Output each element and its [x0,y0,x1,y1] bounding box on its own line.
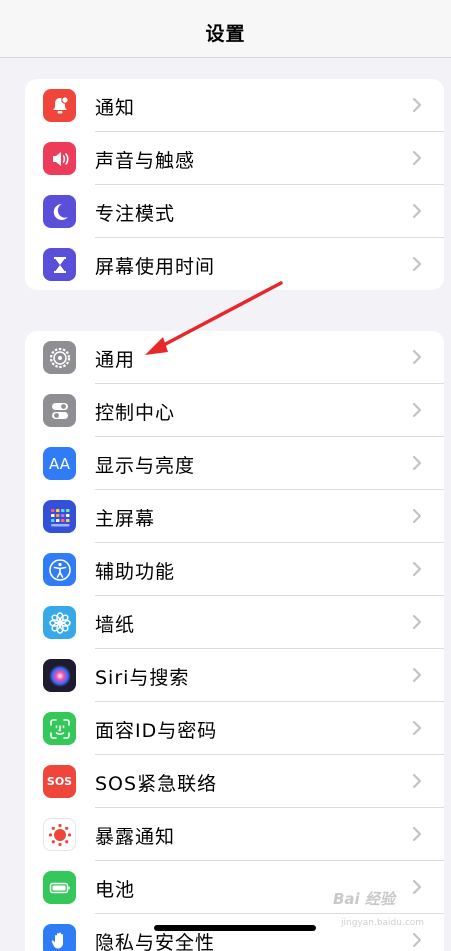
settings-group-1: 通知 声音与触感 专注模式 屏幕使用时间 [25,79,444,290]
hourglass-icon [43,248,76,281]
watermark-text: Bai 经验 [333,890,395,908]
siri-icon [43,659,76,692]
settings-row-label: 辅助功能 [95,561,176,583]
sos-icon-text: SOS [46,775,73,788]
settings-row-siri[interactable]: Siri与搜索 [25,649,444,702]
chevron-right-icon [412,455,422,471]
page-title: 设置 [205,23,246,45]
chevron-right-icon [412,826,422,842]
settings-row-display[interactable]: AA 显示与亮度 [25,437,444,490]
settings-row-exposure[interactable]: 暴露通知 [25,808,444,861]
chevron-right-icon [412,203,422,219]
notification-bell-icon [43,89,76,122]
settings-row-general[interactable]: 通用 [25,331,444,384]
gear-icon [43,341,76,374]
settings-row-notifications[interactable]: 通知 [25,79,444,132]
chevron-right-icon [412,150,422,166]
settings-row-label: 面容ID与密码 [95,720,218,742]
settings-row-label: 暴露通知 [95,826,176,848]
chevron-right-icon [412,508,422,524]
chevron-right-icon [412,667,422,683]
chevron-right-icon [412,402,422,418]
chevron-right-icon [412,97,422,113]
chevron-right-icon [412,561,422,577]
navigation-bar: 设置 [0,0,451,58]
speaker-icon [43,142,76,175]
settings-row-label: 控制中心 [95,402,176,424]
settings-row-label: 电池 [95,879,136,901]
watermark: Bai 经验 jingyan.baidu.com [333,888,443,932]
accessibility-icon [43,553,76,586]
chevron-right-icon [412,773,422,789]
aa-icon-text: AA [49,454,70,473]
exposure-icon [43,818,76,851]
settings-row-emergency-sos[interactable]: SOS SOS紧急联络 [25,755,444,808]
chevron-right-icon [412,932,422,948]
settings-row-focus[interactable]: 专注模式 [25,185,444,238]
settings-row-home-screen[interactable]: 主屏幕 [25,490,444,543]
sos-icon: SOS [43,765,76,798]
settings-row-label: 显示与亮度 [95,455,196,477]
settings-row-wallpaper[interactable]: 墙纸 [25,596,444,649]
settings-row-label: 通用 [95,349,136,371]
settings-row-sounds[interactable]: 声音与触感 [25,132,444,185]
settings-row-face-id[interactable]: 面容ID与密码 [25,702,444,755]
settings-row-screen-time[interactable]: 屏幕使用时间 [25,238,444,290]
settings-row-label: Siri与搜索 [95,667,190,689]
chevron-right-icon [412,720,422,736]
toggles-icon [43,394,76,427]
face-id-icon [43,712,76,745]
settings-row-label: 墙纸 [95,614,136,636]
home-indicator[interactable] [154,925,316,931]
chevron-right-icon [412,256,422,272]
settings-row-label: SOS紧急联络 [95,773,218,795]
chevron-right-icon [412,349,422,365]
aa-text-icon: AA [43,447,76,480]
chevron-right-icon [412,614,422,630]
settings-row-label: 屏幕使用时间 [95,256,216,278]
hand-icon [43,924,76,951]
settings-group-2: 通用 控制中心 AA 显示与亮度 主屏幕 辅助功能 墙纸 Siri与搜索 面容I… [25,331,444,951]
settings-row-control-center[interactable]: 控制中心 [25,384,444,437]
settings-row-label: 专注模式 [95,203,176,225]
home-grid-icon [43,500,76,533]
settings-row-label: 声音与触感 [95,150,196,172]
settings-row-label: 通知 [95,97,136,119]
settings-row-accessibility[interactable]: 辅助功能 [25,543,444,596]
flower-icon [43,606,76,639]
battery-icon [43,871,76,904]
settings-row-label: 主屏幕 [95,508,156,530]
moon-icon [43,195,76,228]
watermark-url: jingyan.baidu.com [341,918,425,928]
